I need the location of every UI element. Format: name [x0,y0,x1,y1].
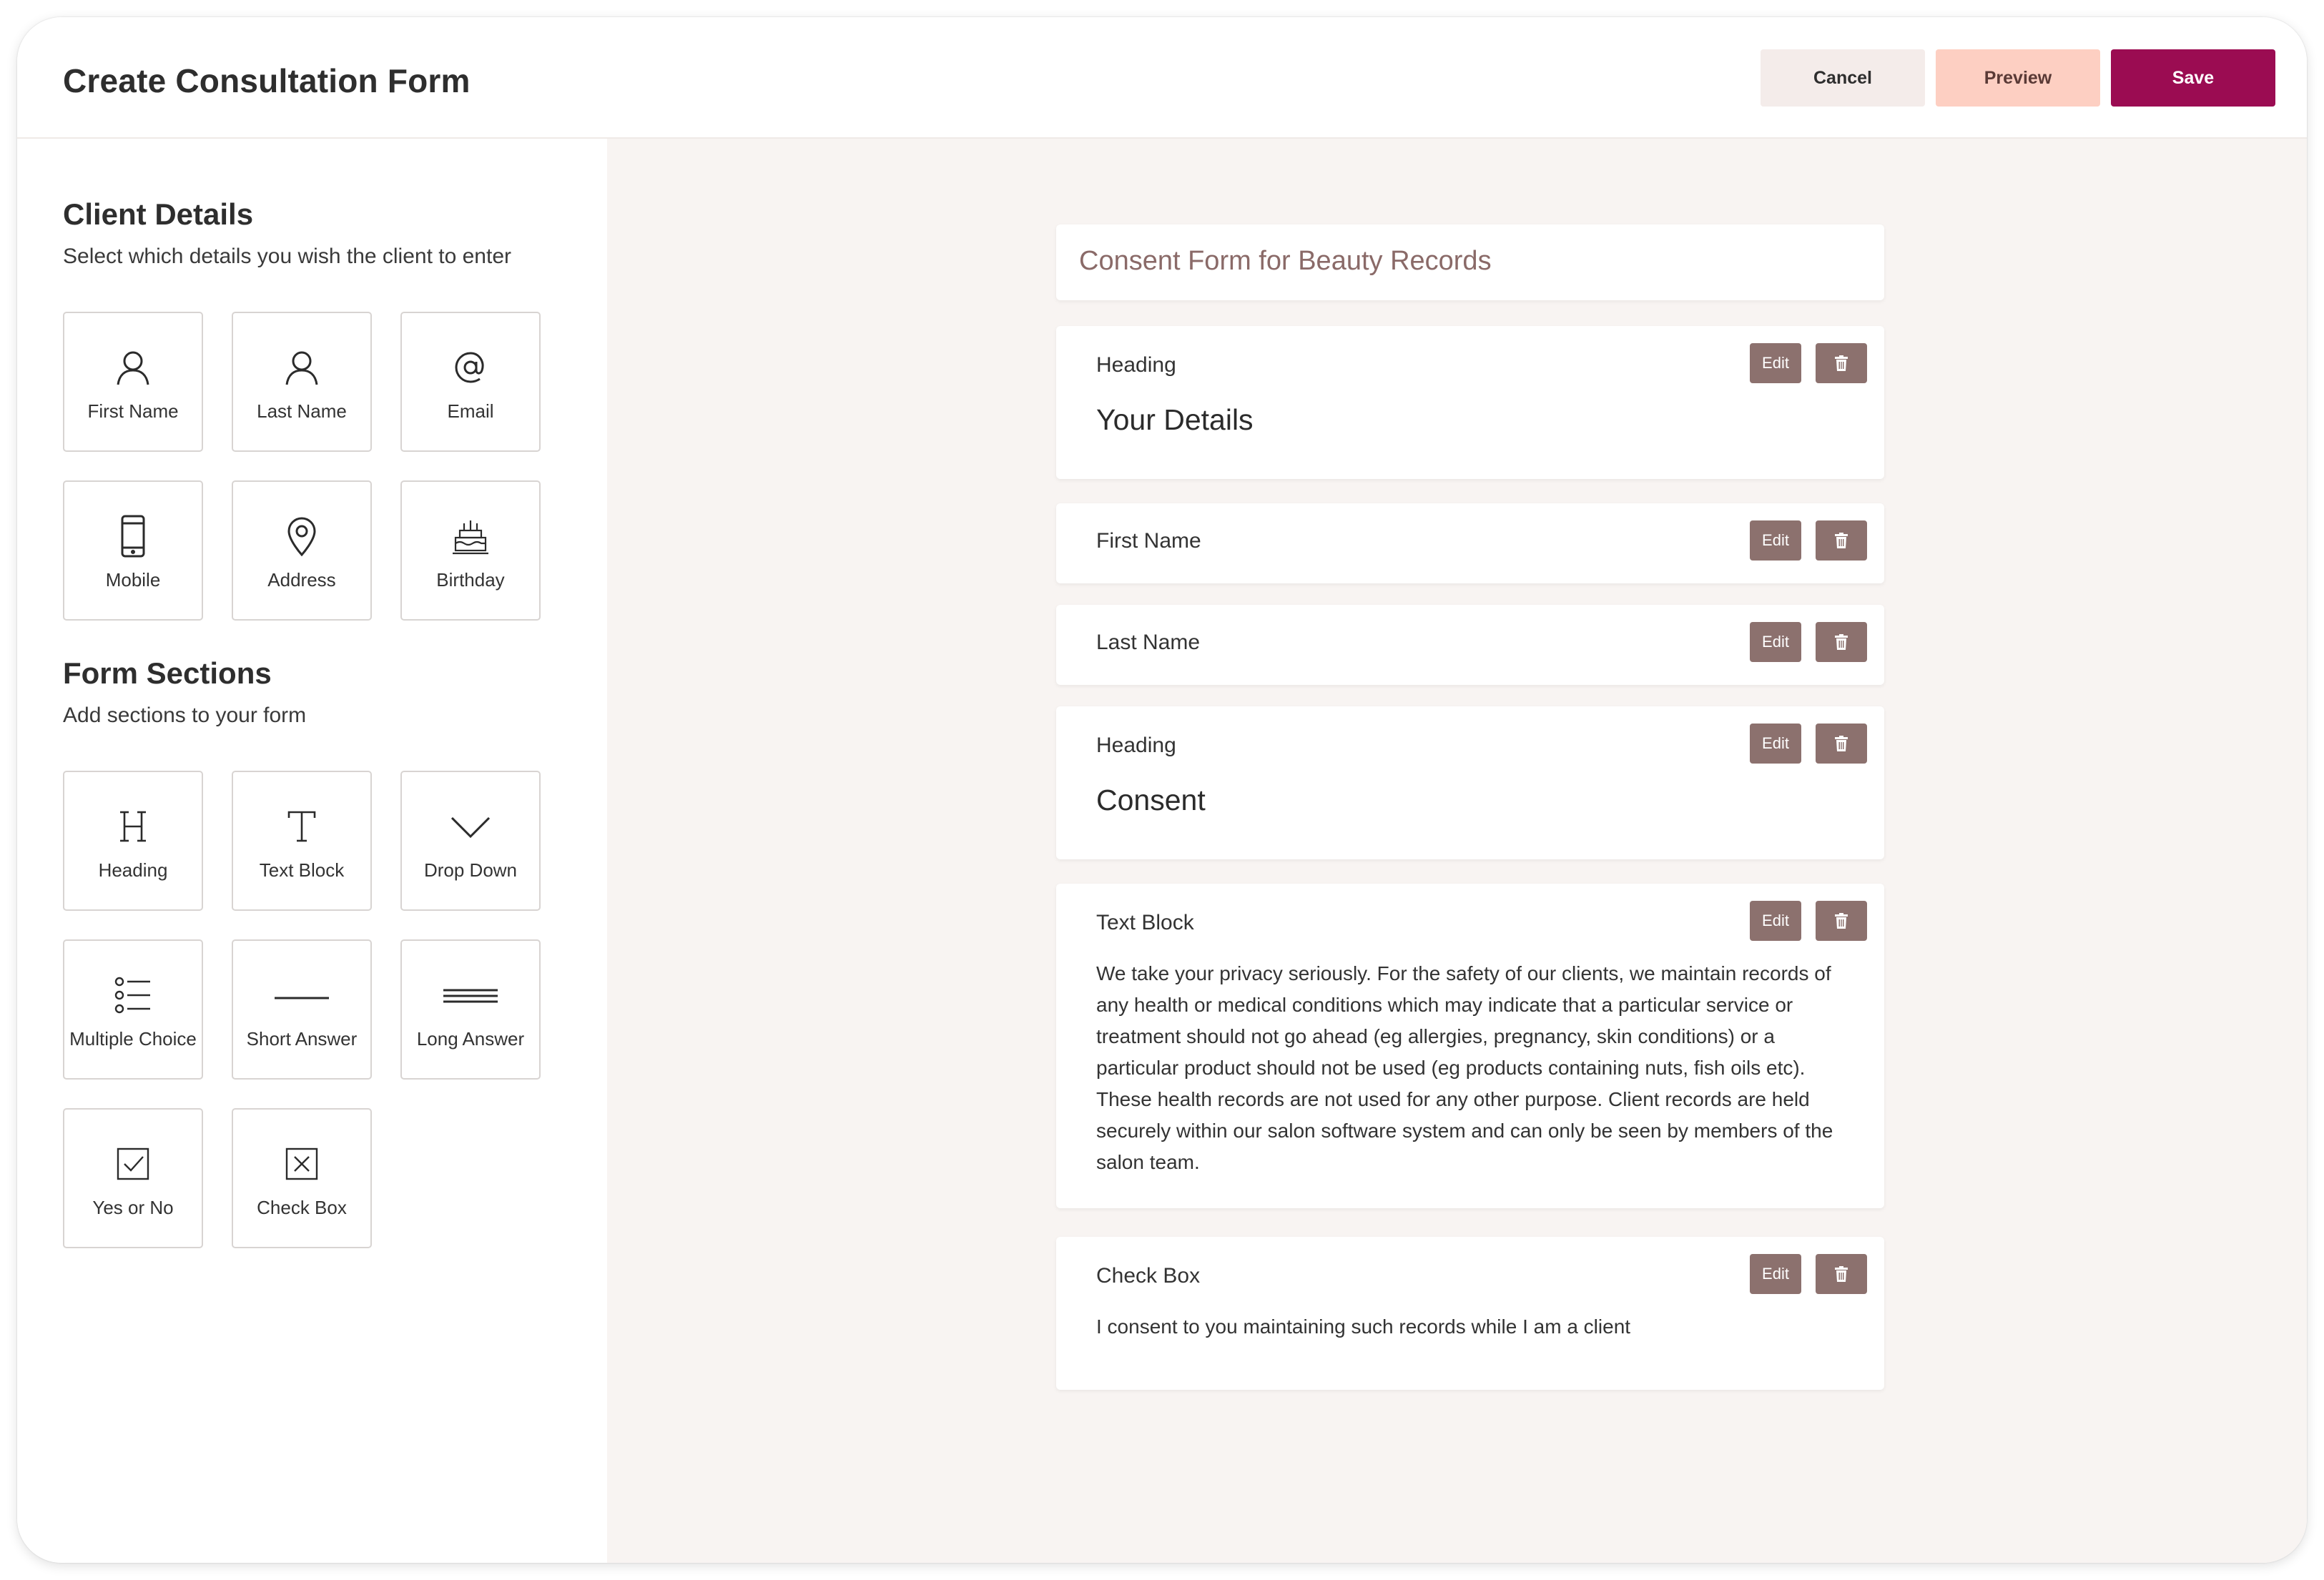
block-type-label: Heading [1096,734,1176,757]
trash-icon [1835,913,1848,929]
edit-button[interactable]: Edit [1750,622,1801,662]
block-type-label: Heading [1096,353,1176,377]
tile-label: Email [447,400,494,422]
list-bullets-icon [64,972,202,1018]
tile-multiple-choice[interactable]: Multiple Choice [63,939,203,1080]
form-canvas: Consent Form for Beauty Records Heading … [607,139,2307,1563]
tile-yes-or-no[interactable]: Yes or No [63,1108,203,1248]
tile-mobile[interactable]: Mobile [63,480,203,621]
tile-label: First Name [87,400,179,422]
mobile-phone-icon [64,513,202,559]
tile-label: Text Block [259,859,345,881]
tile-label: Check Box [257,1197,347,1218]
form-block-heading[interactable]: Heading Consent Edit [1056,706,1884,859]
delete-button[interactable] [1816,1254,1867,1294]
heading-h-icon [64,804,202,849]
cancel-button[interactable]: Cancel [1761,49,1925,107]
delete-button[interactable] [1816,343,1867,383]
tile-first-name[interactable]: First Name [63,312,203,452]
edit-button[interactable]: Edit [1750,343,1801,383]
checkbox-x-icon [233,1141,370,1187]
client-details-title: Client Details [63,197,254,231]
tile-label: Multiple Choice [69,1028,197,1050]
block-text-content: We take your privacy seriously. For the … [1096,962,1833,1173]
delete-button[interactable] [1816,901,1867,941]
block-type-label: Last Name [1096,631,1201,654]
tile-label: Heading [98,859,168,881]
block-checkbox-text: I consent to you maintaining such record… [1096,1315,1631,1338]
chevron-down-icon [402,804,539,849]
tile-label: Drop Down [423,859,518,881]
at-sign-icon [402,345,539,390]
location-pin-icon [233,513,370,559]
tile-label: Yes or No [92,1197,174,1218]
block-heading-text: Your Details [1096,403,1254,436]
form-block-last-name[interactable]: Last Name Edit [1056,605,1884,685]
birthday-cake-icon [402,513,539,559]
tile-label: Address [267,569,336,591]
tile-label: Last Name [257,400,347,422]
tile-birthday[interactable]: Birthday [400,480,541,621]
form-block-text-block[interactable]: Text Block We take your privacy seriousl… [1056,884,1884,1208]
app-window: Create Consultation Form Cancel Preview … [17,17,2307,1563]
form-title-input[interactable]: Consent Form for Beauty Records [1079,246,1492,277]
long-lines-icon [402,972,539,1018]
save-button[interactable]: Save [2111,49,2275,107]
trash-icon [1835,634,1848,650]
trash-icon [1835,533,1848,548]
checkbox-checked-icon [64,1141,202,1187]
form-block-first-name[interactable]: First Name Edit [1056,503,1884,583]
form-sections-title: Form Sections [63,656,272,690]
block-heading-text: Consent [1096,784,1206,816]
trash-icon [1835,736,1848,751]
edit-button[interactable]: Edit [1750,520,1801,561]
trash-icon [1835,355,1848,371]
person-icon [64,345,202,390]
block-type-label: First Name [1096,529,1201,553]
tile-label: Long Answer [416,1028,525,1050]
tile-label: Mobile [105,569,161,591]
tile-email[interactable]: Email [400,312,541,452]
edit-button[interactable]: Edit [1750,1254,1801,1294]
tile-heading[interactable]: Heading [63,771,203,911]
tile-last-name[interactable]: Last Name [232,312,372,452]
delete-button[interactable] [1816,622,1867,662]
tile-text-block[interactable]: Text Block [232,771,372,911]
form-sections-subtitle: Add sections to your form [63,703,307,727]
tile-check-box[interactable]: Check Box [232,1108,372,1248]
edit-button[interactable]: Edit [1750,724,1801,764]
tile-long-answer[interactable]: Long Answer [400,939,541,1080]
tile-label: Birthday [436,569,505,591]
client-details-subtitle: Select which details you wish the client… [63,245,511,268]
form-block-check-box[interactable]: Check Box I consent to you maintaining s… [1056,1237,1884,1390]
trash-icon [1835,1266,1848,1282]
delete-button[interactable] [1816,520,1867,561]
page-title: Create Consultation Form [63,62,471,99]
person-icon [233,345,370,390]
text-t-icon [233,804,370,849]
form-title-field[interactable]: Consent Form for Beauty Records [1056,224,1884,300]
block-type-label: Check Box [1096,1264,1201,1288]
left-panel: Client Details Select which details you … [17,139,607,1563]
form-block-heading[interactable]: Heading Your Details Edit [1056,326,1884,479]
tile-drop-down[interactable]: Drop Down [400,771,541,911]
tile-label: Short Answer [246,1028,358,1050]
tile-address[interactable]: Address [232,480,372,621]
short-line-icon [233,972,370,1018]
tile-short-answer[interactable]: Short Answer [232,939,372,1080]
delete-button[interactable] [1816,724,1867,764]
top-bar: Create Consultation Form Cancel Preview … [17,17,2307,139]
edit-button[interactable]: Edit [1750,901,1801,941]
block-type-label: Text Block [1096,911,1194,934]
preview-button[interactable]: Preview [1936,49,2100,107]
